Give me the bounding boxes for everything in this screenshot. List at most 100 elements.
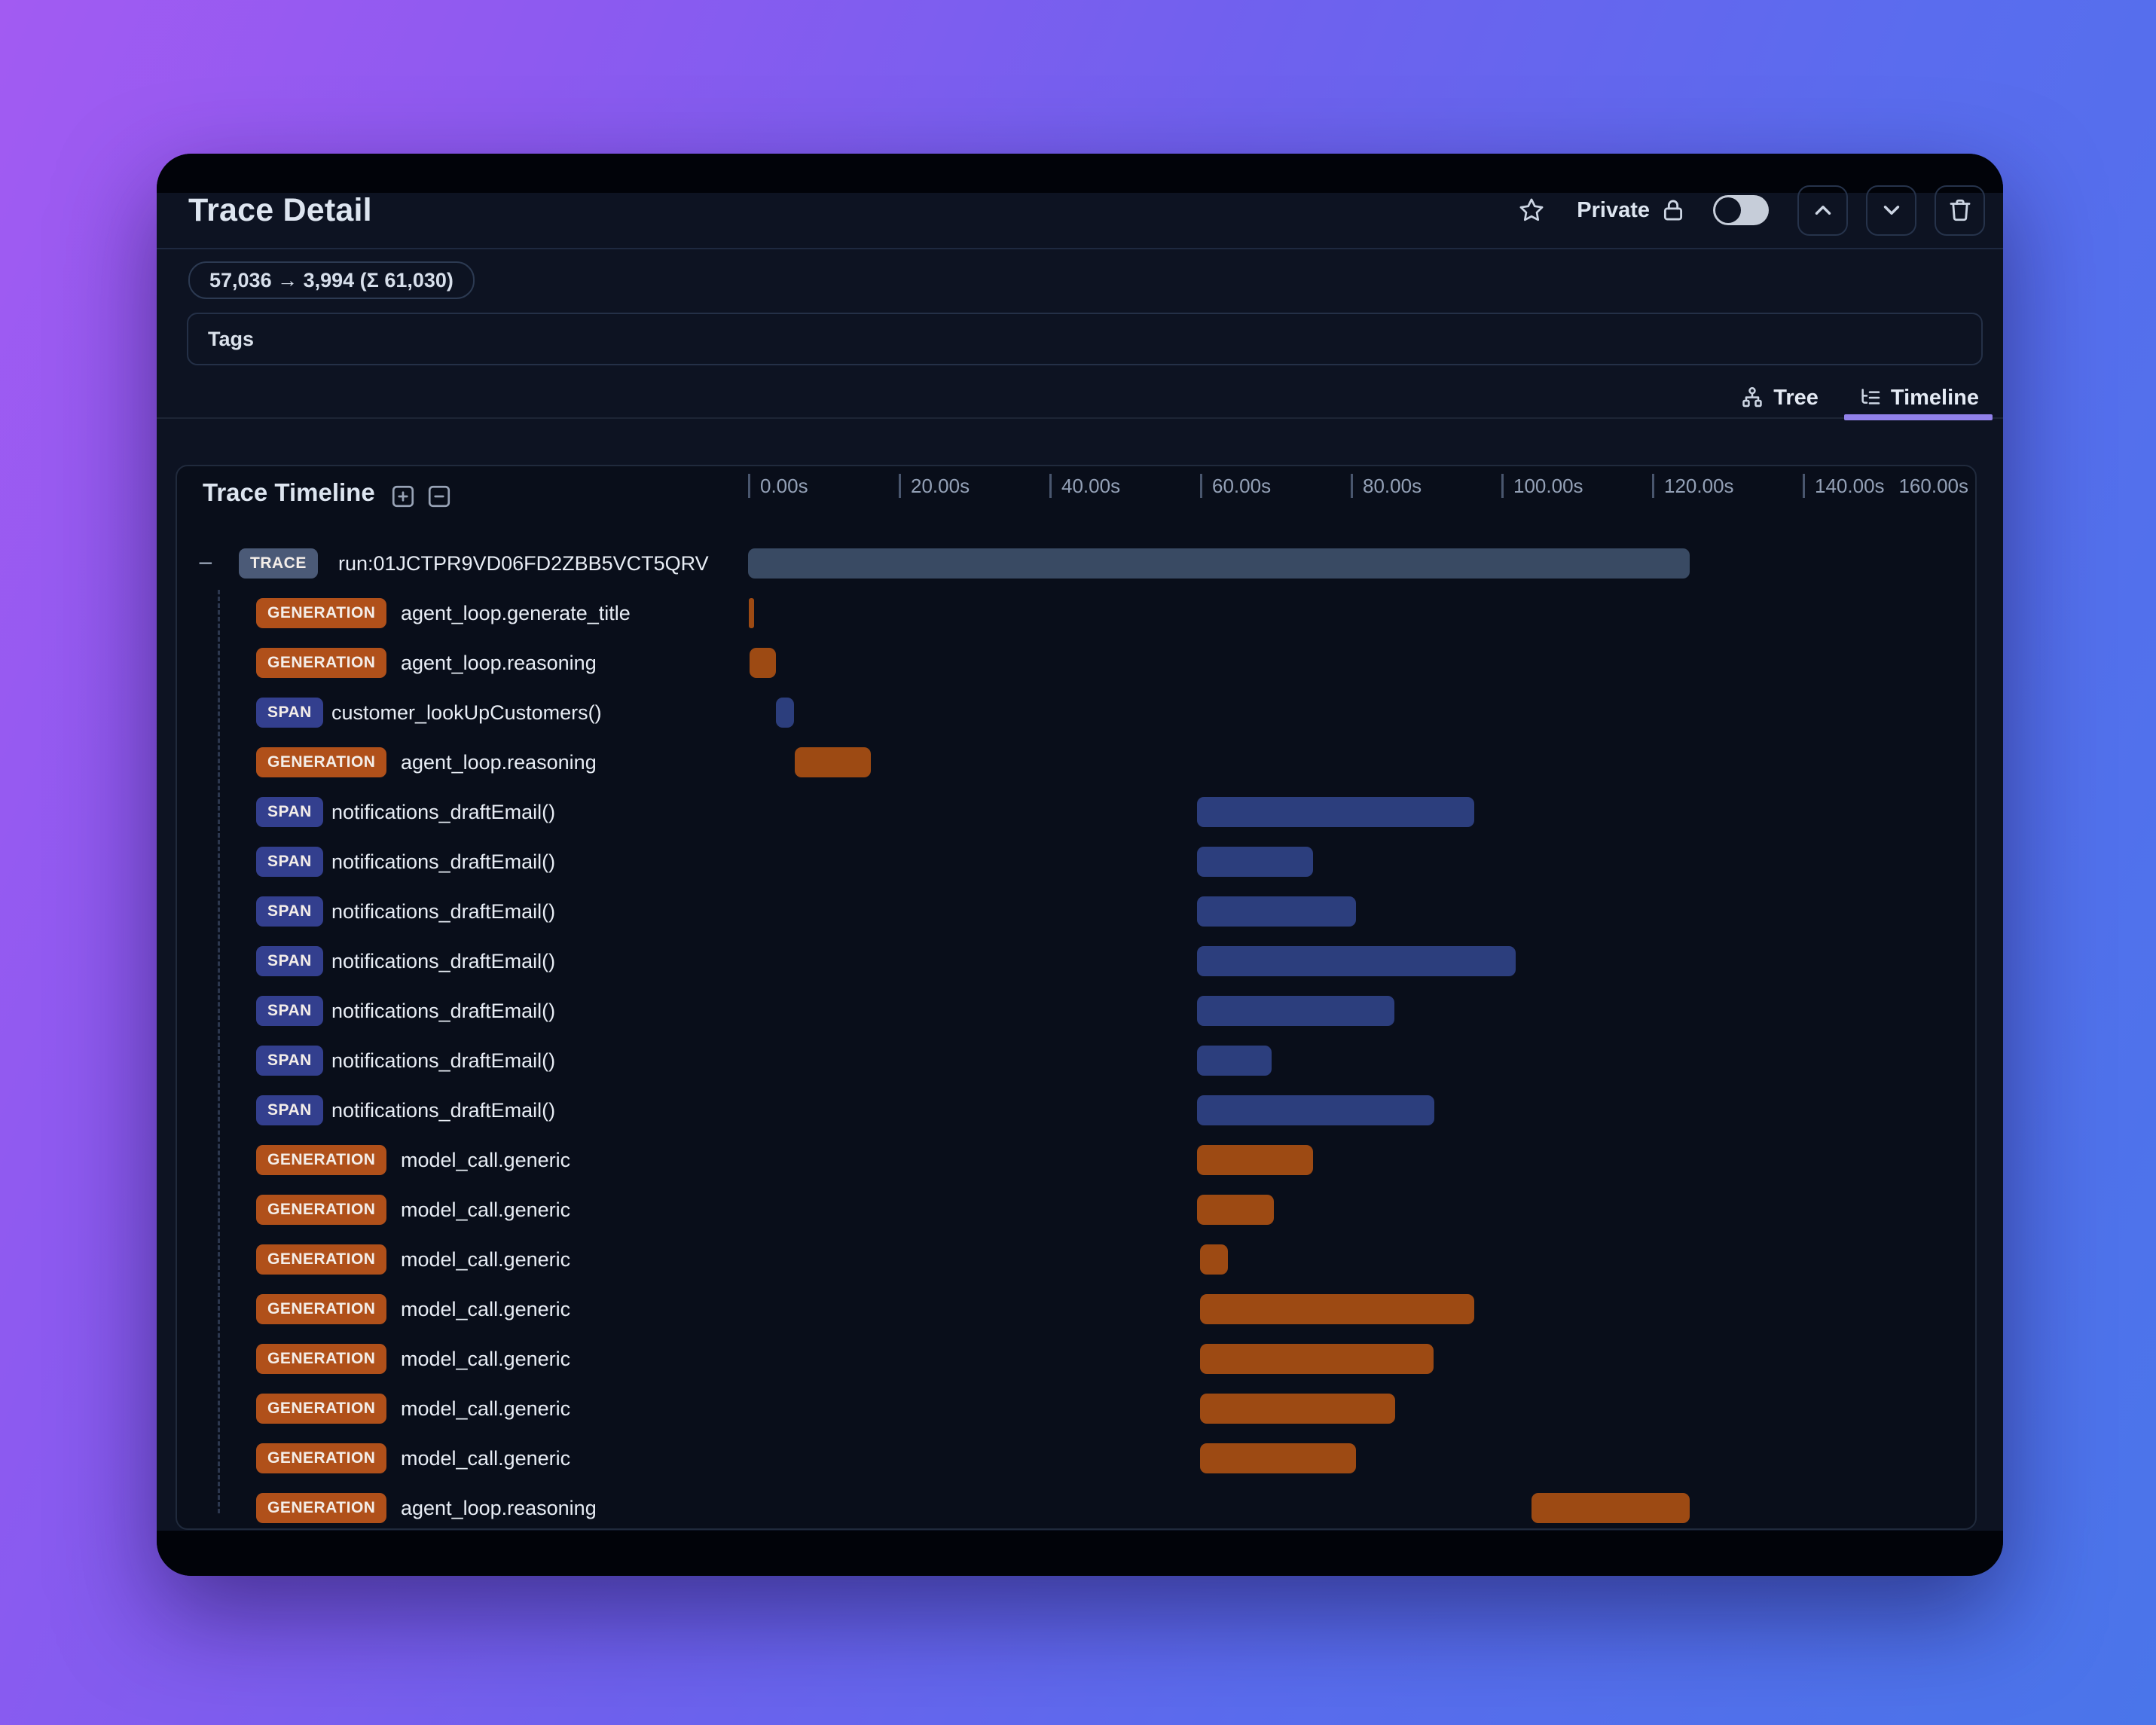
timeline-row[interactable]: GENERATION agent_loop.reasoning [177, 1483, 1975, 1528]
axis-tick-label: 100.00s [1513, 475, 1583, 497]
collapse-trace-toggle[interactable]: − [198, 539, 213, 588]
toggle-knob [1715, 197, 1741, 223]
collapse-all-button[interactable] [426, 483, 453, 510]
timeline-track [748, 1085, 1953, 1135]
expand-all-button[interactable] [389, 483, 417, 510]
header-divider [157, 248, 2003, 249]
tab-tree[interactable]: Tree [1740, 377, 1819, 419]
timeline-row[interactable]: GENERATION model_call.generic [177, 1135, 1975, 1185]
timeline-row[interactable]: GENERATION model_call.generic [177, 1284, 1975, 1334]
chevron-up-icon [1815, 206, 1831, 215]
observation-label: notifications_draftEmail() [331, 1098, 556, 1122]
observation-label: model_call.generic [401, 1297, 571, 1320]
duration-bar[interactable] [1200, 1294, 1474, 1324]
axis-tick [1501, 474, 1504, 498]
timeline-row[interactable]: GENERATION agent_loop.reasoning [177, 737, 1975, 787]
observation-type-badge: GENERATION [256, 1145, 387, 1175]
duration-bar[interactable] [1197, 847, 1313, 877]
timeline-row[interactable]: SPAN notifications_draftEmail() [177, 837, 1975, 887]
duration-bar[interactable] [1197, 1145, 1313, 1175]
observation-type-badge: GENERATION [256, 1344, 387, 1374]
timeline-row[interactable]: SPAN notifications_draftEmail() [177, 1085, 1975, 1135]
prev-trace-button[interactable] [1797, 185, 1848, 236]
timeline-track [748, 1036, 1953, 1085]
duration-bar[interactable] [1197, 946, 1516, 976]
duration-bar[interactable] [1197, 797, 1474, 827]
observation-type-badge: GENERATION [256, 1195, 387, 1225]
axis-tick-label: 160.00s [1898, 475, 1968, 497]
tabs-border [157, 417, 2003, 419]
axis-tick-label: 20.00s [911, 475, 970, 497]
duration-bar[interactable] [1197, 1095, 1434, 1125]
duration-bar[interactable] [1197, 1195, 1274, 1225]
observation-type-badge: GENERATION [256, 598, 387, 628]
trash-icon [1950, 199, 1970, 221]
view-tabs: Tree Timeline [157, 377, 2003, 420]
observation-type-badge: SPAN [256, 996, 323, 1026]
axis-tick-label: 80.00s [1363, 475, 1422, 497]
private-toggle[interactable] [1713, 195, 1769, 225]
duration-bar[interactable] [1197, 996, 1394, 1026]
timeline-row[interactable]: GENERATION model_call.generic [177, 1433, 1975, 1483]
duration-bar[interactable] [749, 598, 754, 628]
observation-type-badge: SPAN [256, 797, 323, 827]
tab-timeline[interactable]: Timeline [1843, 377, 1993, 420]
chevron-down-icon [1883, 206, 1899, 215]
timeline-row[interactable]: SPAN notifications_draftEmail() [177, 787, 1975, 837]
timeline-row[interactable]: SPAN notifications_draftEmail() [177, 986, 1975, 1036]
observation-type-badge: GENERATION [256, 1394, 387, 1424]
duration-bar[interactable] [776, 698, 794, 728]
timeline-row[interactable]: GENERATION model_call.generic [177, 1334, 1975, 1384]
observation-type-badge: SPAN [256, 1046, 323, 1076]
timeline-row[interactable]: SPAN notifications_draftEmail() [177, 1036, 1975, 1085]
timeline-row[interactable]: GENERATION agent_loop.generate_title [177, 588, 1975, 638]
timeline-row[interactable]: SPAN customer_lookUpCustomers() [177, 688, 1975, 737]
private-control: Private [1577, 197, 1686, 223]
duration-bar[interactable] [795, 747, 871, 777]
window-header: Trace Detail Private [188, 185, 1985, 236]
axis-tick-label: 120.00s [1664, 475, 1734, 497]
observation-label: model_call.generic [401, 1148, 571, 1171]
observation-label: notifications_draftEmail() [331, 999, 556, 1022]
tab-tree-label: Tree [1773, 385, 1819, 410]
star-icon[interactable] [1518, 197, 1545, 224]
timeline-row[interactable]: GENERATION model_call.generic [177, 1235, 1975, 1284]
timeline-row[interactable]: GENERATION model_call.generic [177, 1185, 1975, 1235]
duration-bar[interactable] [748, 548, 1690, 579]
private-label: Private [1577, 197, 1650, 222]
duration-bar[interactable] [750, 648, 776, 678]
observation-type-badge: GENERATION [256, 648, 387, 678]
observation-label: model_call.generic [401, 1397, 571, 1420]
duration-bar[interactable] [1200, 1244, 1228, 1275]
timeline-row[interactable]: SPAN notifications_draftEmail() [177, 887, 1975, 936]
duration-bar[interactable] [1197, 1046, 1272, 1076]
timeline-row[interactable]: SPAN notifications_draftEmail() [177, 936, 1975, 986]
observation-type-badge: GENERATION [256, 1294, 387, 1324]
delete-trace-button[interactable] [1935, 185, 1985, 236]
timeline-row[interactable]: GENERATION model_call.generic [177, 1384, 1975, 1433]
timeline-track [748, 1433, 1953, 1483]
observation-label: notifications_draftEmail() [331, 800, 556, 823]
timeline-track [748, 737, 1953, 787]
axis-tick [1652, 474, 1654, 498]
timeline-row[interactable]: − TRACE run:01JCTPR9VD06FD2ZBB5VCT5QRV [177, 539, 1975, 588]
tags-input[interactable]: Tags [187, 313, 1983, 365]
duration-bar[interactable] [1197, 896, 1356, 927]
observation-type-badge: TRACE [239, 548, 318, 579]
timeline-track [748, 1185, 1953, 1235]
observation-label: agent_loop.reasoning [401, 651, 597, 674]
time-axis: 0.00s 20.00s 40.00s 60.00s 80.00s 100.00s 120.… [748, 466, 1968, 516]
timeline-row[interactable]: GENERATION agent_loop.reasoning [177, 638, 1975, 688]
observation-type-badge: SPAN [256, 946, 323, 976]
next-trace-button[interactable] [1866, 185, 1916, 236]
duration-bar[interactable] [1200, 1344, 1434, 1374]
duration-bar[interactable] [1200, 1394, 1395, 1424]
axis-tick [899, 474, 901, 498]
observation-label: model_call.generic [401, 1247, 571, 1271]
observation-type-badge: GENERATION [256, 1244, 387, 1275]
duration-bar[interactable] [1531, 1493, 1690, 1523]
duration-bar[interactable] [1200, 1443, 1356, 1473]
header-controls: Private [1518, 185, 1985, 236]
timeline-track [748, 986, 1953, 1036]
active-tab-underline [1843, 414, 1993, 420]
